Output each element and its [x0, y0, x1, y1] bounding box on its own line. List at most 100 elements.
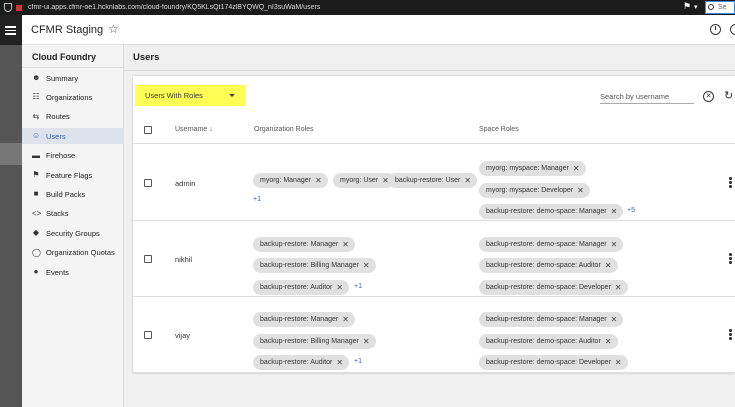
- remove-role-icon[interactable]: ✕: [611, 207, 618, 216]
- row-actions-kebab-icon[interactable]: [729, 329, 732, 341]
- bookmark-icon[interactable]: ⚑: [683, 1, 691, 12]
- sidebar-item-firehose[interactable]: ▬ Firehose: [22, 148, 124, 164]
- role-chip-label: backup-restore: demo-space: Manager: [486, 241, 607, 248]
- favorite-star-icon[interactable]: ☆: [108, 22, 119, 36]
- remove-role-icon[interactable]: ✕: [342, 240, 349, 249]
- role-chip-label: backup-restore: User: [395, 177, 461, 184]
- sidebar-item-summary[interactable]: ☻ Summary: [22, 70, 124, 86]
- row-actions-kebab-icon[interactable]: [729, 253, 732, 265]
- sidebar-item-users[interactable]: ☺ Users: [22, 128, 124, 145]
- org-role-chip: backup-restore: Billing Manager ✕: [253, 258, 376, 273]
- security-shield-icon: ◆: [32, 228, 40, 238]
- sort-arrow-icon: ↓: [209, 126, 213, 133]
- hamburger-menu-icon[interactable]: [0, 15, 22, 45]
- username-cell: admin: [175, 179, 196, 188]
- remove-role-icon[interactable]: ✕: [611, 315, 618, 324]
- remove-role-icon[interactable]: ✕: [573, 164, 580, 173]
- clock-icon[interactable]: [710, 24, 721, 35]
- org-role-chip: backup-restore: Manager ✕: [253, 237, 355, 252]
- role-chip-label: backup-restore: Manager: [260, 316, 339, 323]
- sidebar-item-feature-flags[interactable]: ⚑ Feature Flags: [22, 167, 124, 183]
- space-role-chip: backup-restore: demo-space: Manager ✕: [479, 237, 624, 252]
- sidebar-item-organizations[interactable]: ☷ Organizations: [22, 89, 124, 105]
- role-chip-label: backup-restore: Billing Manager: [260, 262, 359, 269]
- space-role-chip: backup-restore: demo-space: Auditor ✕: [479, 334, 618, 349]
- sidebar-item-label: Feature Flags: [46, 170, 93, 180]
- role-chip-label: myorg: myspace: Manager: [486, 165, 569, 172]
- title-divider: [124, 70, 735, 71]
- role-chip-label: backup-restore: demo-space: Auditor: [486, 262, 601, 269]
- table-row: nikhil: [133, 221, 735, 297]
- username-column-header[interactable]: Username ↓: [175, 126, 213, 133]
- remove-role-icon[interactable]: ✕: [336, 358, 343, 367]
- remove-role-icon[interactable]: ✕: [577, 186, 584, 195]
- remove-role-icon[interactable]: ✕: [615, 358, 622, 367]
- left-nav-strip-highlight[interactable]: [0, 143, 22, 165]
- row-checkbox[interactable]: [144, 331, 152, 339]
- sidebar-item-label: Events: [46, 267, 69, 277]
- sidebar-item-organization-quotas[interactable]: ◯ Organization Quotas: [22, 245, 124, 261]
- row-checkbox[interactable]: [144, 179, 152, 187]
- role-chip-label: backup-restore: demo-space: Developer: [486, 284, 611, 291]
- org-role-chip: backup-restore: Auditor ✕: [253, 355, 350, 370]
- remove-role-icon[interactable]: ✕: [342, 315, 349, 324]
- sidebar-item-security-groups[interactable]: ◆ Security Groups: [22, 225, 124, 241]
- select-all-checkbox[interactable]: [144, 126, 152, 134]
- remove-role-icon[interactable]: ✕: [336, 283, 343, 292]
- build-packs-icon: ■: [33, 189, 39, 199]
- username-header-label: Username: [175, 126, 208, 133]
- sidebar-item-label: Build Packs: [46, 189, 86, 199]
- remove-role-icon[interactable]: ✕: [605, 261, 612, 270]
- caret-down-icon: [229, 94, 235, 97]
- sidebar-item-build-packs[interactable]: ■ Build Packs: [22, 186, 124, 202]
- app-title: CFMR Staging: [31, 24, 104, 36]
- sidebar-item-label: Organizations: [46, 92, 93, 102]
- remove-role-icon[interactable]: ✕: [605, 337, 612, 346]
- sidebar-item-stacks[interactable]: <> Stacks: [22, 206, 124, 222]
- more-space-roles-link[interactable]: +5: [627, 207, 635, 214]
- chevron-down-icon[interactable]: ▾: [694, 3, 698, 11]
- more-org-roles-link[interactable]: +1: [253, 196, 261, 203]
- events-icon: ●: [33, 267, 39, 276]
- close-circle-icon[interactable]: [730, 24, 735, 35]
- table-row: vijay: [133, 297, 735, 373]
- insecure-lock-icon[interactable]: [16, 4, 22, 11]
- remove-role-icon[interactable]: ✕: [363, 261, 370, 270]
- row-actions-kebab-icon[interactable]: [729, 177, 732, 189]
- role-chip-label: backup-restore: Manager: [260, 241, 339, 248]
- remove-role-icon[interactable]: ✕: [363, 337, 370, 346]
- role-chip-label: backup-restore: demo-space: Auditor: [486, 338, 601, 345]
- routes-icon: ⇆: [32, 111, 40, 121]
- sidebar-item-label: Firehose: [46, 151, 76, 161]
- shield-icon[interactable]: [4, 3, 12, 12]
- space-roles-column-header: Space Roles: [479, 126, 519, 133]
- sidebar-item-routes[interactable]: ⇆ Routes: [22, 109, 124, 125]
- role-chip-label: backup-restore: demo-space: Developer: [486, 359, 611, 366]
- role-chip-label: backup-restore: demo-space: Manager: [486, 316, 607, 323]
- sidebar-item-events[interactable]: ● Events: [22, 264, 124, 280]
- sidebar-item-label: Users: [46, 131, 66, 141]
- refresh-icon[interactable]: ↻: [724, 89, 733, 102]
- sidebar-divider: [22, 67, 124, 68]
- org-role-chip: backup-restore: User ✕: [388, 173, 478, 188]
- remove-role-icon[interactable]: ✕: [611, 240, 618, 249]
- more-org-roles-link[interactable]: +1: [354, 358, 362, 365]
- role-chip-label: myorg: User: [340, 177, 379, 184]
- row-checkbox[interactable]: [144, 255, 152, 263]
- username-cell: vijay: [175, 331, 191, 340]
- org-role-chip: backup-restore: Billing Manager ✕: [253, 334, 376, 349]
- remove-role-icon[interactable]: ✕: [615, 283, 622, 292]
- remove-role-icon[interactable]: ✕: [315, 176, 322, 185]
- browser-url-bar: cfmr-ui.apps.cfmr-oe1.hcknlabs.com/cloud…: [0, 0, 735, 15]
- more-org-roles-link[interactable]: +1: [354, 283, 362, 290]
- filter-label: Users With Roles: [145, 91, 203, 100]
- page-title: Users: [133, 52, 160, 63]
- url-text[interactable]: cfmr-ui.apps.cfmr-oe1.hcknlabs.com/cloud…: [28, 4, 588, 11]
- browser-search-box[interactable]: Se: [705, 1, 735, 14]
- search-icon: [708, 4, 714, 10]
- username-search-input[interactable]: [600, 90, 694, 104]
- remove-role-icon[interactable]: ✕: [464, 176, 471, 185]
- users-filter-dropdown[interactable]: Users With Roles: [135, 85, 246, 106]
- clear-search-icon[interactable]: ✕: [703, 91, 714, 102]
- left-nav-strip: [0, 45, 22, 407]
